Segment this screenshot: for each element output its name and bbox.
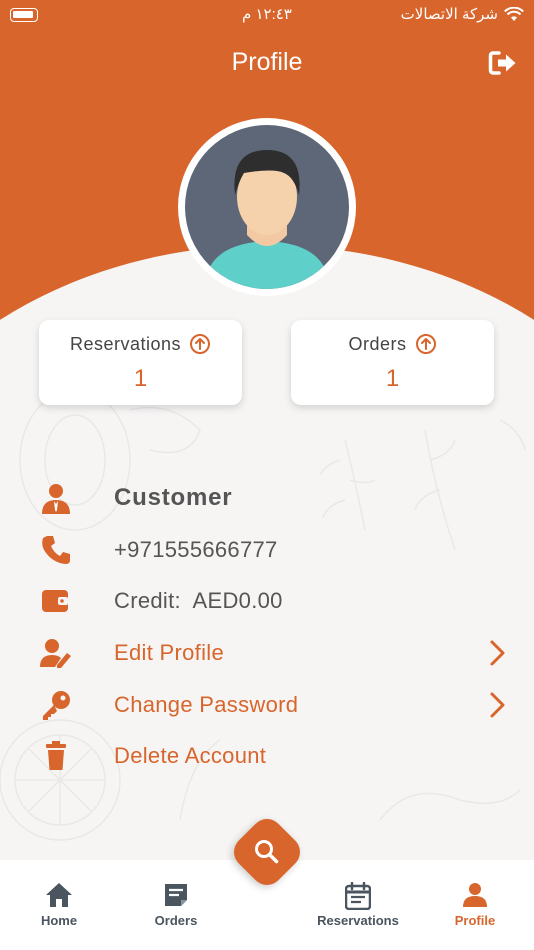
user-edit-icon (40, 639, 71, 668)
phone-number: +971555666777 (114, 537, 278, 562)
tab-profile-label: Profile (454, 913, 496, 928)
chevron-right-icon (490, 692, 505, 718)
change-password-row[interactable]: Change Password (0, 685, 534, 725)
change-password-label[interactable]: Change Password (114, 692, 298, 718)
tab-orders[interactable]: Orders (121, 860, 231, 940)
battery-icon (10, 8, 38, 22)
carrier-name: شركة الاتصالات (400, 6, 498, 23)
key-icon (43, 691, 70, 720)
chevron-right-icon (490, 640, 505, 666)
customer-name: Customer (114, 484, 233, 511)
orders-card[interactable]: Orders 1 (291, 320, 494, 405)
wifi-icon (504, 6, 524, 21)
phone-icon (42, 536, 70, 564)
tab-home-label: Home (40, 913, 78, 928)
avatar-person-icon (205, 150, 329, 289)
credit-value: AED0.00 (192, 588, 283, 613)
user-tie-icon (42, 484, 70, 514)
logout-icon[interactable] (488, 50, 518, 76)
orders-count: 1 (385, 365, 400, 392)
page-title: Profile (231, 48, 303, 76)
credit-label: Credit: (114, 588, 181, 613)
status-carrier-group: شركة الاتصالات (401, 5, 524, 23)
tab-orders-label: Orders (154, 913, 198, 928)
edit-profile-row[interactable]: Edit Profile (0, 633, 534, 673)
trash-icon (46, 741, 66, 770)
tab-reservations-label: Reservations (317, 913, 399, 928)
delete-account-row[interactable]: Delete Account (0, 736, 534, 776)
edit-profile-label[interactable]: Edit Profile (114, 640, 224, 666)
status-bar: ١٢:٤٣ م شركة الاتصالات (0, 0, 534, 30)
credit-row: Credit: AED0.00 (0, 581, 534, 621)
calendar-icon (345, 882, 371, 910)
tab-home[interactable]: Home (4, 860, 114, 940)
tab-reservations[interactable]: Reservations (303, 860, 413, 940)
avatar (185, 125, 349, 289)
phone-row: +971555666777 (0, 530, 534, 570)
wallet-icon (42, 590, 68, 612)
reservations-count: 1 (133, 365, 148, 392)
orders-icon (165, 884, 187, 906)
person-icon (463, 883, 487, 907)
reservations-card[interactable]: Reservations 1 (39, 320, 242, 405)
arrow-up-circle-icon (415, 334, 436, 354)
home-icon (46, 883, 72, 907)
orders-label-row: Orders (291, 333, 494, 355)
search-icon (255, 840, 279, 864)
avatar-frame (178, 118, 356, 296)
arrow-up-circle-icon (190, 334, 211, 354)
reservations-label-row: Reservations (39, 333, 242, 355)
credit-text: Credit: AED0.00 (114, 588, 283, 614)
orders-label: Orders (348, 333, 407, 354)
reservations-label: Reservations (69, 333, 182, 354)
status-time: ١٢:٤٣ م (242, 6, 292, 23)
customer-name-row: Customer (0, 478, 534, 518)
delete-account-label[interactable]: Delete Account (114, 743, 266, 769)
background-decoration (0, 400, 526, 841)
tab-profile[interactable]: Profile (420, 860, 530, 940)
